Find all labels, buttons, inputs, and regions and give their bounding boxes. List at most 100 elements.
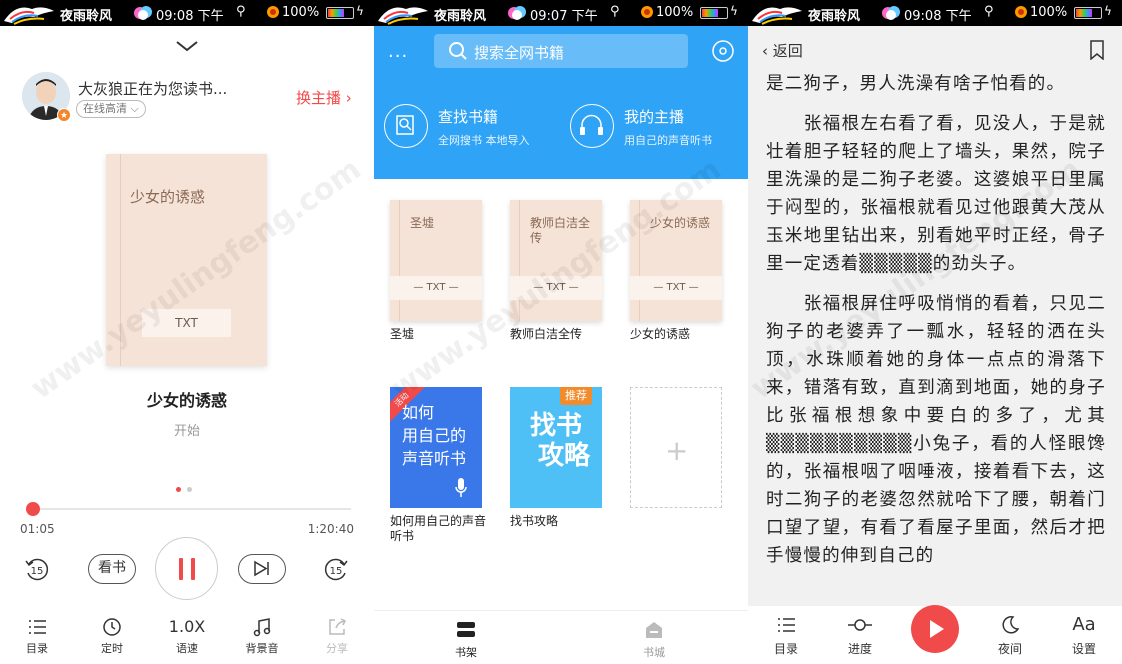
time-current: 01:05 — [20, 522, 55, 536]
promo-guide-card[interactable]: 推荐 找书 攻略 — [510, 387, 602, 508]
status-app-name: 夜雨聆风 — [808, 9, 861, 24]
forward-15-button[interactable]: 15 — [322, 556, 350, 584]
quality-selector[interactable]: 在线高清 ⌵ — [76, 100, 146, 118]
player-bottom-bar: 目录 定时 1.0X 语速 背景音 分享 — [0, 610, 374, 664]
play-status: 开始 — [173, 424, 200, 439]
shelf-book-name: 少女的诱惑 — [630, 327, 691, 341]
location-pin-icon: ⚲ — [984, 4, 994, 19]
weather-icon — [134, 6, 152, 20]
play-button[interactable] — [911, 605, 959, 653]
back-label: 返回 — [772, 42, 803, 60]
back-button[interactable]: ‹ 返回 — [762, 40, 803, 61]
charging-icon: ϟ — [356, 4, 364, 18]
speed-button[interactable]: 1.0X 语速 — [162, 616, 212, 656]
shelf-book-1[interactable]: 教师白洁全传 — TXT — — [510, 200, 602, 321]
switch-anchor-button[interactable]: 换主播 › — [296, 87, 352, 108]
find-books-title: 查找书籍 — [438, 108, 499, 126]
headphones-icon — [570, 104, 614, 148]
shelf-header: ··· 搜索全网书籍 查找书籍 全网搜书 本地导入 我的主播 用自己的声音听书 — [374, 26, 748, 179]
speed-value: 1.0X — [168, 617, 206, 636]
shelf-book-cover-title: 教师白洁全传 — [530, 216, 591, 245]
read-book-button[interactable]: 看书 — [88, 554, 136, 584]
bookmark-icon[interactable] — [1090, 40, 1104, 60]
night-mode-button[interactable]: 夜间 — [982, 614, 1038, 657]
tab-bookstore[interactable]: 书城 — [624, 619, 684, 660]
battery-icon — [700, 7, 728, 19]
rewind-15-button[interactable]: 15 — [23, 556, 51, 584]
pause-bar-icon — [179, 558, 183, 580]
collapse-chevron-icon[interactable] — [175, 38, 199, 54]
cover-spine — [639, 200, 640, 321]
more-dots-icon[interactable]: ··· — [388, 46, 408, 67]
page-dot-active — [176, 487, 181, 492]
next-chapter-button[interactable] — [238, 554, 286, 584]
status-app-name: 夜雨聆风 — [434, 9, 487, 24]
list-icon — [29, 620, 46, 634]
charging-icon: ϟ — [730, 4, 738, 18]
share-button[interactable]: 分享 — [312, 616, 362, 656]
shelf-book-0[interactable]: 圣墟 — TXT — — [390, 200, 482, 321]
bookstore-icon — [646, 622, 662, 638]
reader-settings-button[interactable]: Aa 设置 — [1056, 614, 1112, 657]
battery-percent: 100% — [282, 5, 320, 20]
promo-cover-text: 找书 攻略 — [530, 411, 590, 471]
progress-track[interactable] — [27, 508, 351, 510]
charging-icon: ϟ — [1104, 4, 1112, 18]
catalog-button[interactable]: 目录 — [12, 616, 62, 656]
reader-catalog-label: 目录 — [773, 642, 798, 656]
night-mode-label: 夜间 — [997, 642, 1022, 656]
forward-seconds: 15 — [330, 566, 343, 577]
promo-voice-name: 如何用自己的声音听书 — [390, 514, 487, 543]
find-book-icon — [384, 104, 428, 148]
promo-line: 找书 — [530, 411, 583, 441]
status-time: 09:08 下午 — [156, 9, 224, 24]
status-time: 09:08 下午 — [904, 9, 972, 24]
promo-line: 攻略 — [538, 441, 591, 471]
promo-cover-text: 如何 用自己的 声音听书 — [402, 401, 466, 470]
progress-knob[interactable] — [26, 502, 41, 516]
add-book-slot[interactable]: + — [630, 387, 722, 508]
clock-icon — [103, 618, 121, 636]
next-icon — [254, 560, 269, 577]
app-logo-icon — [752, 7, 802, 25]
anchor-reading-text: 大灰狼正在为您读书... — [78, 80, 228, 98]
background-music-label: 背景音 — [245, 642, 279, 655]
reader-paragraph: 是二狗子，男人洗澡有啥子怕看的。 — [766, 74, 1066, 94]
shelf-book-2[interactable]: 少女的诱惑 — TXT — — [630, 200, 722, 321]
reader-screen: 夜雨聆风 09:08 下午 ⚲ 100% ϟ ‹ 返回 是二狗子，男人洗澡有啥子… — [748, 0, 1122, 664]
location-pin-icon: ⚲ — [610, 4, 620, 19]
signal-icon — [1015, 6, 1027, 18]
timer-button[interactable]: 定时 — [87, 616, 137, 656]
shelf-book-format: — TXT — — [510, 276, 602, 300]
bookshelf-screen: 夜雨聆风 09:07 下午 ⚲ 100% ϟ ··· 搜索全网书籍 查找书籍 全… — [374, 0, 748, 664]
status-app-name: 夜雨聆风 — [60, 9, 113, 24]
shelf-tab-bar: 书架 书城 — [374, 610, 748, 664]
music-note-icon — [253, 618, 271, 637]
status-time: 09:07 下午 — [530, 9, 598, 24]
page-indicator — [176, 477, 198, 496]
reader-content: 是二狗子，男人洗澡有啥子怕看的。 张福根左右看了看，见没人，于是就壮着胆子轻轻的… — [766, 70, 1106, 582]
reader-progress-button[interactable]: 进度 — [832, 614, 888, 657]
reader-catalog-button[interactable]: 目录 — [758, 614, 814, 657]
cover-title: 少女的诱惑 — [130, 188, 206, 206]
promo-voice-card[interactable]: 活动 如何 用自己的 声音听书 — [390, 387, 482, 508]
timer-label: 定时 — [101, 642, 123, 655]
app-logo-icon — [378, 7, 428, 25]
list-icon — [778, 618, 795, 632]
bookshelf-icon — [457, 622, 475, 637]
rewind-icon: 15 — [25, 558, 49, 581]
search-input[interactable]: 搜索全网书籍 — [434, 34, 688, 68]
font-settings-icon: Aa — [1072, 614, 1096, 635]
reader-settings-label: 设置 — [1071, 642, 1096, 656]
promo-tag: 推荐 — [560, 387, 592, 405]
tab-bookshelf[interactable]: 书架 — [436, 619, 496, 660]
book-title: 少女的诱惑 — [146, 391, 227, 410]
chevron-down-icon: ⌵ — [127, 102, 139, 115]
background-music-button[interactable]: 背景音 — [237, 616, 287, 656]
disc-icon[interactable] — [711, 39, 735, 63]
pause-button[interactable] — [155, 537, 218, 600]
plus-icon: + — [665, 434, 689, 467]
my-anchor-title: 我的主播 — [624, 108, 685, 126]
speed-label: 语速 — [176, 642, 198, 655]
my-anchor-subtitle: 用自己的声音听书 — [624, 134, 712, 147]
